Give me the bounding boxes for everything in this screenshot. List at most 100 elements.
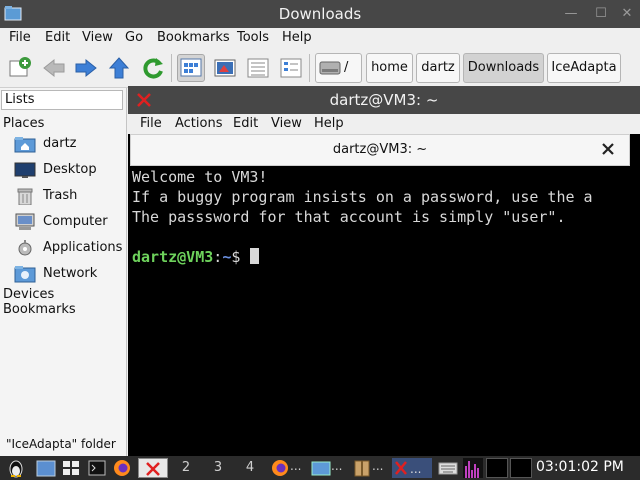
devices-label: Devices: [3, 287, 55, 302]
task-ellipsis: ...: [290, 459, 302, 473]
toolbar-separator: [309, 54, 310, 82]
sidebar-item-trash[interactable]: Trash: [14, 185, 126, 207]
sidebar-item-dartz[interactable]: dartz: [14, 133, 126, 155]
list-view-icon[interactable]: [244, 54, 272, 82]
terminal-line: Welcome to VM3!: [132, 168, 268, 186]
file-manager-task-icon[interactable]: [311, 458, 331, 478]
memory-monitor-icon: [486, 458, 508, 478]
back-arrow-icon[interactable]: [40, 54, 68, 82]
toolbar-separator: [171, 54, 172, 82]
menu-bookmarks[interactable]: Bookmarks: [157, 30, 230, 45]
network-icon: [14, 265, 36, 283]
sidebar-item-label: Computer: [43, 214, 108, 229]
sidebar-item-label: Network: [43, 266, 98, 281]
close-tab-icon[interactable]: [599, 140, 617, 158]
firefox-launcher-icon[interactable]: [112, 458, 132, 478]
trash-icon: [14, 187, 36, 206]
firefox-task-icon[interactable]: [270, 458, 290, 478]
sidebar-item-label: dartz: [43, 136, 77, 151]
archive-task-icon[interactable]: [352, 458, 372, 478]
menu-view[interactable]: View: [82, 30, 113, 45]
task-ellipsis: ...: [331, 459, 343, 473]
drive-icon: [319, 61, 341, 75]
prompt-path: ~: [222, 248, 232, 266]
computer-icon: [14, 213, 36, 231]
applications-icon: [14, 239, 36, 257]
show-desktop-icon[interactable]: [61, 458, 81, 478]
sidebar: Lists Places dartz Desktop Trash Compute…: [0, 88, 127, 456]
workspace-2[interactable]: 2: [171, 458, 201, 478]
close-button[interactable]: ✕: [618, 4, 636, 24]
clock[interactable]: 03:01:02 PM: [536, 459, 624, 475]
terminal-prompt: dartz@VM3:~$: [132, 248, 260, 266]
menu-tools[interactable]: Tools: [237, 30, 269, 45]
file-manager-title: Downloads: [278, 5, 362, 23]
prompt-user: dartz@VM3: [132, 248, 214, 266]
menu-help[interactable]: Help: [282, 30, 312, 45]
sidebar-item-computer[interactable]: Computer: [14, 211, 126, 233]
path-button-iceadapta[interactable]: IceAdapta: [547, 53, 621, 83]
path-button-home[interactable]: home: [366, 53, 413, 83]
network-monitor-icon: [510, 458, 532, 478]
path-button-root-label: /: [344, 60, 349, 75]
sidebar-item-label: Desktop: [43, 162, 97, 177]
sidebar-header[interactable]: Lists: [1, 90, 123, 110]
icon-view-icon[interactable]: [177, 54, 205, 82]
prompt-symbol: $: [231, 248, 250, 266]
prompt-separator: :: [213, 248, 223, 266]
terminal-task-icon[interactable]: ...: [392, 458, 432, 478]
text-cursor: [250, 248, 260, 264]
sidebar-item-label: Applications: [43, 240, 123, 255]
sidebar-item-applications[interactable]: Applications: [14, 237, 126, 259]
menu-file[interactable]: File: [9, 30, 31, 45]
menu-edit[interactable]: Edit: [45, 30, 70, 45]
keyboard-icon[interactable]: [438, 458, 458, 478]
terminal-tab-title: dartz@VM3: ~: [332, 142, 428, 157]
home-folder-icon: [14, 135, 36, 153]
bookmarks-label: Bookmarks: [3, 302, 76, 317]
status-bar-text: "IceAdapta" folder: [6, 437, 116, 451]
sidebar-item-label: Trash: [43, 188, 78, 203]
terminal-window[interactable]: dartz@VM3: ~ File Actions Edit View Help…: [128, 86, 640, 456]
task-ellipsis: ...: [372, 459, 384, 473]
path-button-dartz[interactable]: dartz: [416, 53, 460, 83]
new-tab-icon[interactable]: [6, 54, 34, 82]
workspace-1[interactable]: [138, 458, 168, 478]
cpu-monitor-icon: [463, 458, 483, 478]
svg-text:...: ...: [410, 462, 421, 476]
terminal-launcher-icon[interactable]: [87, 458, 107, 478]
terminal-line: If a buggy program insists on a password…: [132, 188, 593, 206]
desktop-icon: [14, 161, 36, 179]
terminal-line: The passsword for that account is simply…: [132, 208, 566, 226]
reload-icon[interactable]: [139, 54, 167, 82]
taskbar: 2 3 4 ... ... ... ... 03:01:02 PM: [0, 456, 640, 480]
menu-go[interactable]: Go: [125, 30, 143, 45]
terminal-output[interactable]: Welcome to VM3! If a buggy program insis…: [130, 166, 640, 456]
workspace-3[interactable]: 3: [203, 458, 233, 478]
path-button-downloads[interactable]: Downloads: [463, 53, 544, 83]
terminal-menu-file[interactable]: File: [140, 116, 162, 131]
terminal-titlebar[interactable]: dartz@VM3: ~: [128, 86, 640, 114]
maximize-button[interactable]: ☐: [592, 4, 610, 24]
compact-view-icon[interactable]: [277, 54, 305, 82]
forward-arrow-icon[interactable]: [72, 54, 100, 82]
file-manager-titlebar[interactable]: Downloads — ☐ ✕: [0, 0, 640, 28]
terminal-menubar: File Actions Edit View Help: [128, 114, 640, 134]
file-manager-launcher-icon[interactable]: [36, 458, 56, 478]
start-menu-icon[interactable]: [6, 458, 26, 478]
terminal-menu-actions[interactable]: Actions: [175, 116, 223, 131]
terminal-menu-view[interactable]: View: [271, 116, 302, 131]
minimize-button[interactable]: —: [562, 4, 580, 24]
places-label: Places: [3, 116, 45, 131]
terminal-title: dartz@VM3: ~: [329, 91, 439, 109]
sidebar-item-network[interactable]: Network: [14, 263, 126, 285]
detail-view-icon[interactable]: [211, 54, 239, 82]
workspace-4[interactable]: 4: [235, 458, 265, 478]
terminal-menu-edit[interactable]: Edit: [233, 116, 258, 131]
terminal-menu-help[interactable]: Help: [314, 116, 344, 131]
terminal-tab[interactable]: dartz@VM3: ~: [130, 134, 630, 166]
path-button-root[interactable]: /: [315, 53, 362, 83]
file-manager-menubar: File Edit View Go Bookmarks Tools Help: [0, 28, 640, 48]
up-arrow-icon[interactable]: [105, 54, 133, 82]
sidebar-item-desktop[interactable]: Desktop: [14, 159, 126, 181]
